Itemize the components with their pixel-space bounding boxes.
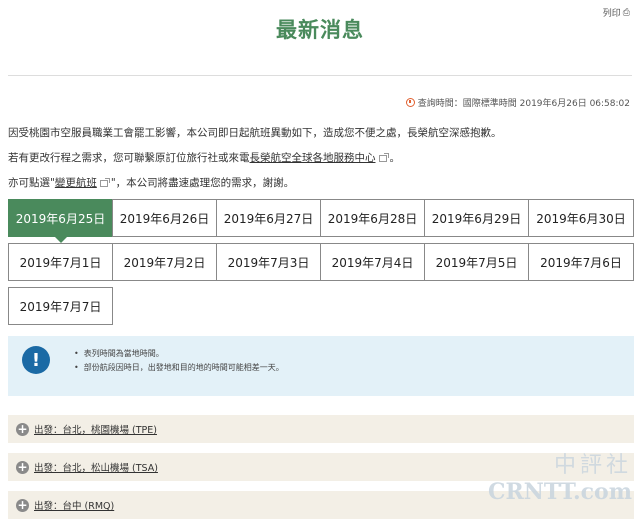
clock-icon xyxy=(405,98,415,107)
external-link-icon xyxy=(378,152,389,162)
divider xyxy=(8,75,632,76)
date-tab[interactable]: 2019年6月25日 xyxy=(8,199,113,243)
message-line-3-suffix: "，本公司將盡速處理您的需求，謝謝。 xyxy=(110,177,295,189)
exclamation-icon: ! xyxy=(22,346,50,374)
notice-box: ! 表列時間為當地時間。 部份航段因時日，出發地和目的地的時間可能相差一天。 xyxy=(8,336,634,396)
departure-accordion-tpe[interactable]: + 出發：台北，桃園機場 (TPE) xyxy=(8,415,634,443)
date-tab[interactable]: 2019年7月7日 xyxy=(8,287,113,325)
external-link-icon xyxy=(99,177,110,187)
watermark-line-1: 中評社 xyxy=(553,453,632,478)
message-line-2-prefix: 若有更改行程之需求，您可聯繫原訂位旅行社或來電 xyxy=(8,152,250,164)
plus-icon: + xyxy=(16,421,29,436)
date-tab[interactable]: 2019年6月27日 xyxy=(216,199,321,237)
service-center-link[interactable]: 長榮航空全球各地服務中心 xyxy=(250,152,376,164)
date-tab[interactable]: 2019年6月30日 xyxy=(528,199,634,237)
date-tab[interactable]: 2019年6月28日 xyxy=(320,199,425,237)
date-tab[interactable]: 2019年7月1日 xyxy=(8,243,113,281)
message-line-2: 若有更改行程之需求，您可聯繫原訂位旅行社或來電長榮航空全球各地服務中心 。 xyxy=(8,150,400,165)
watermark: 中評社 CRNTT.com xyxy=(488,447,632,505)
notice-item: 部份航段因時日，出發地和目的地的時間可能相差一天。 xyxy=(74,361,284,375)
message-line-1: 因受桃園市空服員職業工會罷工影響，本公司即日起航班異動如下，造成您不便之處，長榮… xyxy=(8,127,502,139)
date-tab[interactable]: 2019年6月26日 xyxy=(112,199,217,237)
departure-label: 出發：台北，松山機場 (TSA) xyxy=(34,463,158,474)
plus-icon: + xyxy=(16,459,29,474)
date-tab[interactable]: 2019年7月2日 xyxy=(112,243,217,281)
query-time: 查詢時間：國際標準時間 2019年6月26日 06:58:02 xyxy=(405,96,630,109)
date-tab[interactable]: 2019年7月3日 xyxy=(216,243,321,281)
message-line-3-prefix: 亦可點選" xyxy=(8,177,55,189)
query-time-label: 查詢時間：國際標準時間 2019年6月26日 06:58:02 xyxy=(417,99,630,109)
departure-label: 出發：台北，桃園機場 (TPE) xyxy=(34,425,157,436)
departure-label: 出發：台中 (RMQ) xyxy=(34,501,115,512)
message-line-2-suffix: 。 xyxy=(389,152,401,164)
plus-icon: + xyxy=(16,497,29,512)
watermark-line-2: CRNTT.com xyxy=(487,479,632,505)
notice-item: 表列時間為當地時間。 xyxy=(74,347,284,361)
date-tab[interactable]: 2019年7月6日 xyxy=(528,243,634,281)
page-title: 最新消息 xyxy=(276,18,364,42)
notice-list: 表列時間為當地時間。 部份航段因時日，出發地和目的地的時間可能相差一天。 xyxy=(74,347,284,375)
change-flight-link[interactable]: 變更航班 xyxy=(55,177,97,189)
date-tab[interactable]: 2019年7月5日 xyxy=(424,243,529,281)
date-tab[interactable]: 2019年6月29日 xyxy=(424,199,529,237)
date-tab[interactable]: 2019年7月4日 xyxy=(320,243,425,281)
message-line-3: 亦可點選"變更航班 "，本公司將盡速處理您的需求，謝謝。 xyxy=(8,175,294,190)
